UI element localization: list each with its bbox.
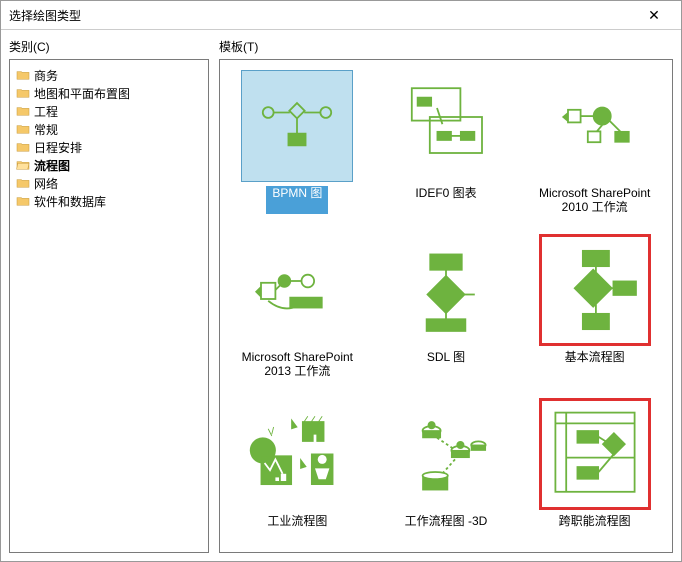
template-label: 工作流程图 -3D xyxy=(405,514,488,542)
category-item[interactable]: 常规 xyxy=(14,120,204,138)
category-item[interactable]: 软件和数据库 xyxy=(14,192,204,210)
template-item[interactable]: 工作流程图 -3D xyxy=(377,398,516,542)
template-label: 跨职能流程图 xyxy=(559,514,631,542)
close-icon: ✕ xyxy=(648,7,660,24)
category-item-label: 流程图 xyxy=(34,157,70,174)
folder-icon xyxy=(16,177,30,189)
folder-icon xyxy=(16,69,30,81)
category-label: 类别(C) xyxy=(9,38,209,55)
template-label: 模板(T) xyxy=(219,38,673,55)
template-thumbnail xyxy=(539,234,651,346)
template-label: IDEF0 图表 xyxy=(415,186,476,214)
category-panel: 类别(C) 商务 地图和平面布置图 工程 常规 日程安排 流程图 网络 软件和数… xyxy=(9,38,209,553)
category-list[interactable]: 商务 地图和平面布置图 工程 常规 日程安排 流程图 网络 软件和数据库 xyxy=(9,59,209,553)
template-label: Microsoft SharePoint 2010 工作流 xyxy=(525,186,664,214)
template-item[interactable]: BPMN 图 xyxy=(228,70,367,214)
dialog-window: 选择绘图类型 ✕ 类别(C) 商务 地图和平面布置图 工程 常规 日程安排 流程… xyxy=(0,0,682,562)
category-item-label: 软件和数据库 xyxy=(34,193,106,210)
category-item-label: 工程 xyxy=(34,103,58,120)
category-item[interactable]: 网络 xyxy=(14,174,204,192)
template-panel: 模板(T) BPMN 图 IDEF0 图表 Microsoft SharePoi… xyxy=(219,38,673,553)
category-item-label: 日程安排 xyxy=(34,139,82,156)
folder-icon xyxy=(16,87,30,99)
template-item[interactable]: 工业流程图 xyxy=(228,398,367,542)
template-thumbnail xyxy=(390,234,502,346)
category-item-label: 网络 xyxy=(34,175,58,192)
category-item[interactable]: 日程安排 xyxy=(14,138,204,156)
template-label: SDL 图 xyxy=(427,350,465,378)
folder-icon xyxy=(16,141,30,153)
template-thumbnail xyxy=(241,234,353,346)
category-item-label: 地图和平面布置图 xyxy=(34,85,130,102)
template-thumbnail xyxy=(241,398,353,510)
template-item[interactable]: IDEF0 图表 xyxy=(377,70,516,214)
folder-icon xyxy=(16,159,30,171)
dialog-title: 选择绘图类型 xyxy=(9,7,635,24)
template-thumbnail xyxy=(241,70,353,182)
folder-icon xyxy=(16,105,30,117)
category-item[interactable]: 地图和平面布置图 xyxy=(14,84,204,102)
template-label: BPMN 图 xyxy=(266,186,328,214)
template-label: Microsoft SharePoint 2013 工作流 xyxy=(228,350,367,378)
category-item[interactable]: 流程图 xyxy=(14,156,204,174)
template-item[interactable]: Microsoft SharePoint 2013 工作流 xyxy=(228,234,367,378)
template-thumbnail xyxy=(539,398,651,510)
category-item-label: 常规 xyxy=(34,121,58,138)
template-list[interactable]: BPMN 图 IDEF0 图表 Microsoft SharePoint 201… xyxy=(219,59,673,553)
template-item[interactable]: 跨职能流程图 xyxy=(525,398,664,542)
template-thumbnail xyxy=(390,398,502,510)
template-grid: BPMN 图 IDEF0 图表 Microsoft SharePoint 201… xyxy=(228,70,664,542)
folder-icon xyxy=(16,195,30,207)
category-item-label: 商务 xyxy=(34,67,58,84)
template-item[interactable]: Microsoft SharePoint 2010 工作流 xyxy=(525,70,664,214)
category-item[interactable]: 工程 xyxy=(14,102,204,120)
dialog-body: 类别(C) 商务 地图和平面布置图 工程 常规 日程安排 流程图 网络 软件和数… xyxy=(1,30,681,561)
close-button[interactable]: ✕ xyxy=(635,1,673,29)
titlebar: 选择绘图类型 ✕ xyxy=(1,1,681,30)
template-item[interactable]: SDL 图 xyxy=(377,234,516,378)
template-label: 工业流程图 xyxy=(267,514,327,542)
category-item[interactable]: 商务 xyxy=(14,66,204,84)
template-thumbnail xyxy=(539,70,651,182)
template-thumbnail xyxy=(390,70,502,182)
folder-icon xyxy=(16,123,30,135)
template-item[interactable]: 基本流程图 xyxy=(525,234,664,378)
template-label: 基本流程图 xyxy=(565,350,625,378)
